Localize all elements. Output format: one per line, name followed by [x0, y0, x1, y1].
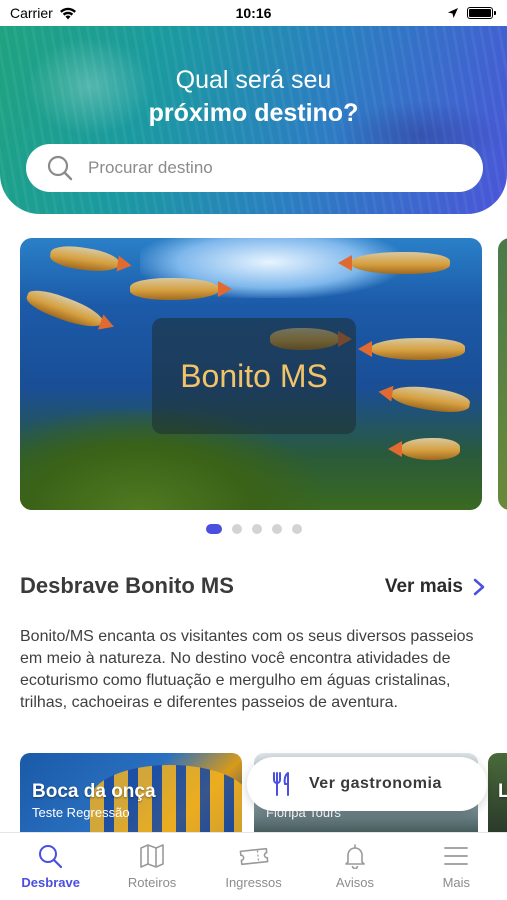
slide-fish	[23, 284, 107, 334]
tab-label: Mais	[442, 875, 471, 890]
tab-mais[interactable]: Mais	[406, 833, 507, 900]
slide-fish	[130, 278, 232, 300]
search-icon	[38, 845, 62, 869]
slide-fish	[48, 243, 122, 275]
tab-label: Avisos	[335, 875, 374, 890]
status-right	[447, 7, 496, 19]
pagination-dot-active[interactable]	[205, 524, 222, 534]
search-icon	[47, 155, 73, 181]
tab-label: Ingressos	[225, 875, 282, 890]
section-description: Bonito/MS encanta os visitantes com os s…	[20, 628, 474, 711]
app-screen: Carrier 10:16 Qual será seu próximo dest…	[0, 0, 507, 900]
carousel-pagination	[0, 524, 507, 534]
attraction-card[interactable]: Boca da onça Teste Regressão	[20, 753, 242, 833]
location-arrow-icon	[448, 8, 458, 18]
header-title: Qual será seu próximo destino?	[0, 64, 507, 130]
battery-icon	[467, 7, 496, 19]
pagination-dot[interactable]	[291, 524, 302, 534]
slide-fish	[400, 438, 460, 460]
tab-roteiros[interactable]: Roteiros	[101, 833, 202, 900]
tab-avisos[interactable]: Avisos	[304, 833, 405, 900]
header-title-line2: próximo destino?	[148, 99, 359, 127]
card-title: Boca da onça	[32, 781, 156, 802]
wifi-icon	[59, 7, 76, 19]
destination-carousel-slide[interactable]: Bonito MS	[20, 238, 482, 510]
gastronomy-button-label: Ver gastronomia	[309, 775, 442, 792]
pagination-dot[interactable]	[271, 524, 282, 534]
header-title-line1: Qual será seu	[175, 66, 332, 94]
card-subtitle: Teste Regressão	[32, 805, 130, 820]
search-input[interactable]	[88, 158, 448, 178]
card-title: L	[498, 781, 507, 802]
status-left: Carrier	[10, 5, 77, 21]
see-more-link[interactable]: Ver mais	[385, 576, 485, 598]
status-bar: Carrier 10:16	[0, 0, 507, 26]
chevron-right-icon	[473, 578, 485, 596]
carrier-label: Carrier	[10, 5, 53, 21]
attraction-card[interactable]: L	[488, 753, 507, 833]
tab-label: Roteiros	[127, 875, 177, 890]
search-bar[interactable]	[26, 144, 483, 192]
gastronomy-button[interactable]: Ver gastronomia	[247, 757, 487, 811]
section-title: Desbrave Bonito MS	[20, 573, 234, 598]
bell-icon	[345, 844, 365, 869]
next-slide-peek[interactable]	[498, 238, 507, 510]
slide-title: Bonito MS	[180, 357, 328, 394]
map-icon	[140, 844, 164, 868]
slide-fish	[370, 338, 465, 360]
tab-label: Desbrave	[21, 875, 80, 890]
see-more-label: Ver mais	[384, 576, 463, 597]
slide-title-overlay: Bonito MS	[152, 318, 356, 434]
tab-ingressos[interactable]: Ingressos	[203, 833, 304, 900]
ticket-icon	[239, 847, 268, 866]
pagination-dot[interactable]	[231, 524, 242, 534]
pagination-dot[interactable]	[251, 524, 262, 534]
slide-fish	[350, 252, 450, 274]
tab-desbrave[interactable]: Desbrave	[0, 833, 101, 900]
slide-fish	[388, 382, 472, 416]
tab-bar: Desbrave Roteiros Ingressos Avisos Mais	[0, 832, 507, 900]
menu-icon	[444, 847, 469, 865]
cutlery-icon	[273, 772, 289, 796]
